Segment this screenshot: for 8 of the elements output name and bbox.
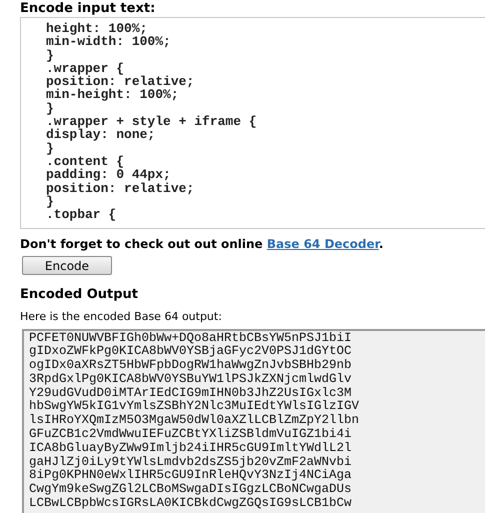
encode-button[interactable]: Encode [22, 256, 112, 275]
encoded-output-area[interactable]: PCFET0NUWVBFIGh0bWw+DQo8aHRtbCBsYW5nPSJ1biI gIDxoZWFkPg0KICA8bWV0YSBjaGFyc2V0PSJ1dGYtOC ogIDx0aXRsZT5HbWFpbDogRW1haWwgZnJvbSBHb29nb 3RpdGxlPg0KICA8bWV0YSBuYW1lPSJkZXNjcmlwdGlv Y29udGVudD0iMTArIEdCIG9mIHN0b3JhZ2UsIGxlc3M hbSwgYW5kIG1vYmlsZSBhY2Nlc3MuIEdtYWlsIGlzIGV lsIHRoYXQmIzM5O3MgaW50dWl0aXZlLCBlZmZpY2llbn GFuZCB1c2VmdWwuIEFuZCBtYXliZSBldmVuIGZ1bi4i ICA8bGluayByZWw9Imljb24iIHR5cGU9ImltYWdlL2l gaHJlZj0iLy9tYWlsLmdvb2dsZS5jb20vZmF2aWNvbi 8iPg0KPHN0eWxlIHR5cGU9InRleHQvY3NzIj4NCiAga CwgYm9keSwgZGl2LCBoMSwgaDIsIGgzLCBoNCwgaDUs LCBwLCBpbWcsIGRsLA0KICBkdCwgZGQsIG9sLCB1bCw [22, 328, 485, 513]
decoder-link[interactable]: Base 64 Decoder [266, 237, 379, 251]
section-heading: Encode input text: [20, 2, 156, 16]
notice-text: Don't forget to check out out online Base 64 Decoder. [20, 237, 384, 251]
section-heading: Encoded Output [20, 286, 138, 302]
input-text-area[interactable]: height: 100%; min-width: 100%; } .wrapper { position: relative; min-height: 100%; } .wrapper + style + iframe { display: none; } .content { padding: 0 44px; position: relative; } .topbar { [20, 17, 485, 229]
output-caption: Here is the encoded Base 64 output: [20, 310, 222, 322]
